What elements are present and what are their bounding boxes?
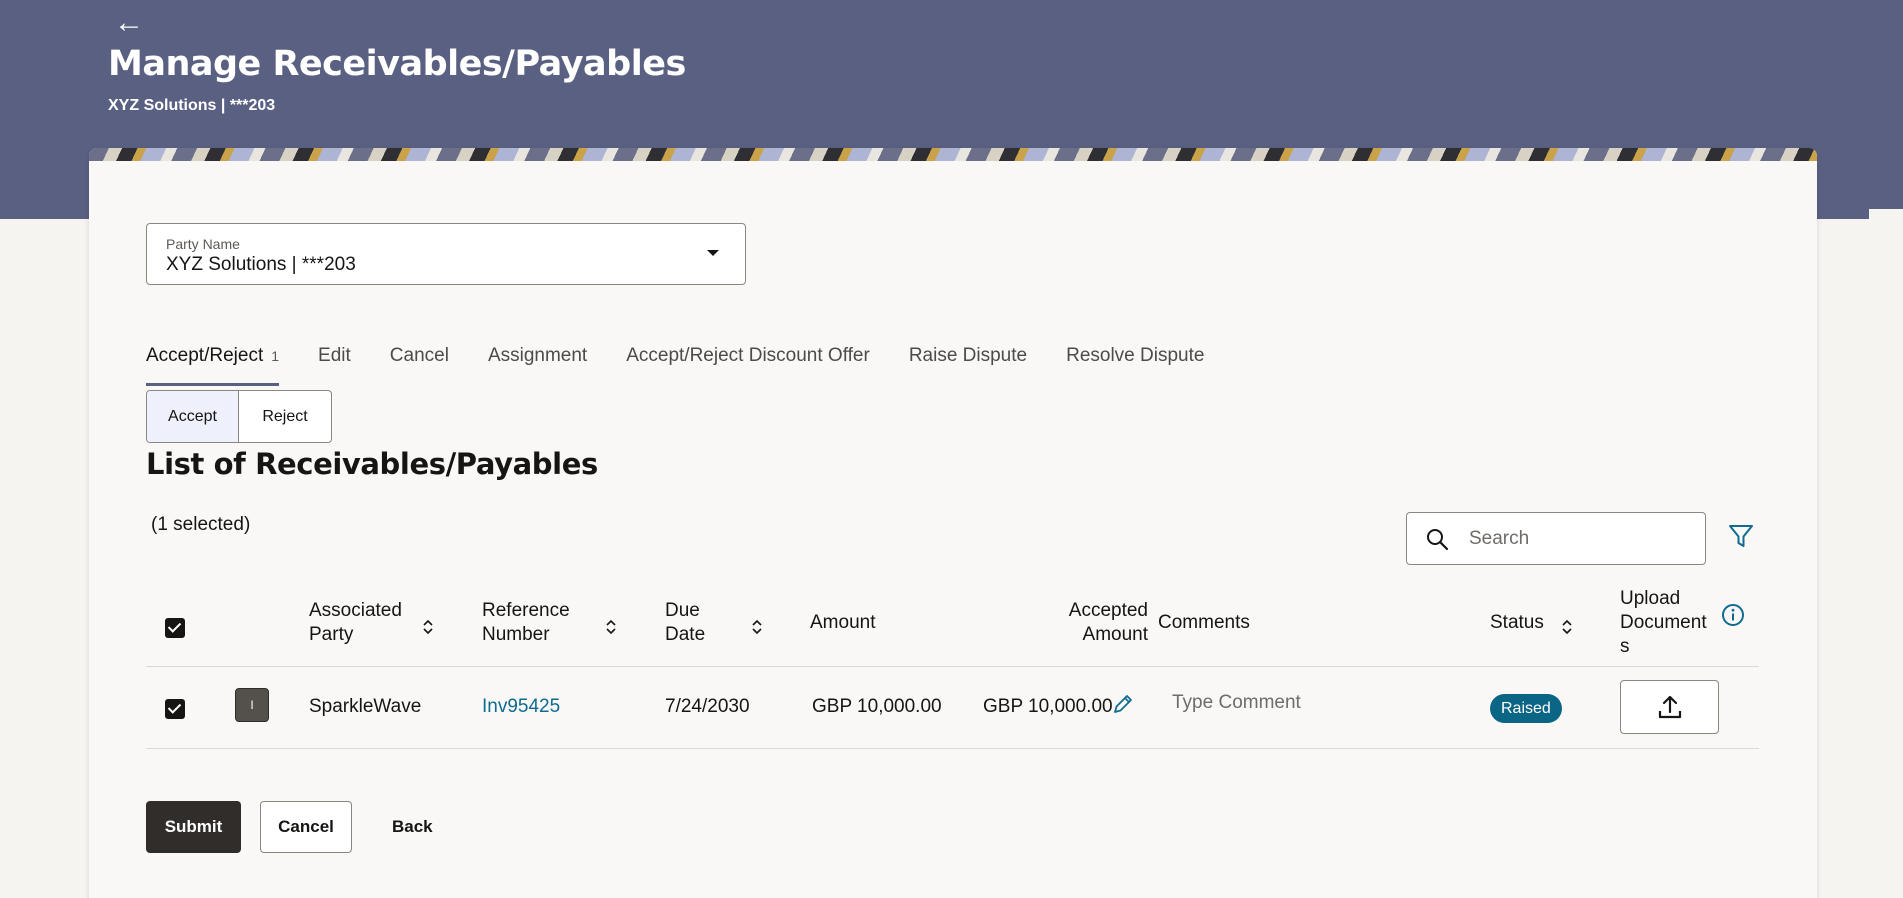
tab-raise-dispute[interactable]: Raise Dispute [909, 340, 1027, 386]
select-all-checkbox[interactable] [165, 618, 185, 638]
accept-reject-toggle: Accept Reject [146, 390, 332, 443]
sort-icon[interactable] [606, 619, 616, 635]
reference-number-link[interactable]: Inv95425 [482, 696, 560, 718]
action-tabs: Accept/Reject 1 Edit Cancel Assignment Ac… [146, 340, 1243, 386]
form-actions: Submit Cancel Back [146, 801, 433, 853]
cell-amount: GBP 10,000.00 [812, 696, 942, 717]
column-status: Status [1490, 612, 1544, 633]
back-button[interactable]: Back [392, 817, 433, 837]
search-input[interactable] [1469, 523, 1689, 555]
row-checkbox[interactable] [165, 699, 185, 719]
table-header: Associated Party Reference Number Due Da… [146, 586, 1759, 667]
comment-input[interactable] [1158, 683, 1458, 723]
page-title: Manage Receivables/Payables [108, 44, 686, 84]
party-name-value: XYZ Solutions | ***203 [166, 254, 356, 275]
reject-toggle-button[interactable]: Reject [239, 391, 331, 442]
decorative-banner-strip [89, 148, 1817, 161]
tab-assignment[interactable]: Assignment [488, 340, 587, 386]
upload-icon [1658, 695, 1681, 719]
sort-icon[interactable] [1562, 619, 1572, 635]
party-name-label: Party Name [166, 236, 240, 252]
upload-document-button[interactable] [1620, 680, 1719, 734]
avatar: I [235, 688, 269, 722]
submit-button[interactable]: Submit [146, 801, 241, 853]
party-name-dropdown[interactable]: Party Name XYZ Solutions | ***203 [146, 223, 746, 285]
selected-count: (1 selected) [151, 514, 251, 535]
chevron-down-icon [707, 250, 719, 256]
tab-count-badge: 1 [271, 348, 280, 364]
tab-edit[interactable]: Edit [318, 340, 351, 386]
column-amount: Amount [810, 612, 876, 633]
table-row: I SparkleWave Inv95425 7/24/2030 GBP 10,… [146, 667, 1759, 749]
column-upload-documents: Upload Document s [1620, 588, 1707, 657]
accept-toggle-button[interactable]: Accept [147, 391, 239, 442]
search-field[interactable] [1406, 512, 1706, 565]
column-reference-number: Reference Number [482, 600, 570, 645]
column-comments: Comments [1158, 612, 1250, 633]
tab-cancel[interactable]: Cancel [390, 340, 449, 386]
column-associated-party: Associated Party [309, 600, 402, 645]
cancel-button[interactable]: Cancel [260, 801, 352, 853]
search-icon [1427, 529, 1449, 551]
cell-accepted-amount: GBP 10,000.00 [983, 696, 1113, 717]
filter-icon[interactable] [1727, 522, 1755, 550]
cell-associated-party: SparkleWave [309, 696, 422, 717]
header-notch [1869, 209, 1903, 219]
tab-resolve-dispute[interactable]: Resolve Dispute [1066, 340, 1204, 386]
cell-due-date: 7/24/2030 [665, 696, 750, 717]
tab-accept-reject[interactable]: Accept/Reject 1 [146, 340, 280, 386]
status-badge: Raised [1490, 694, 1562, 723]
tab-label: Accept/Reject [146, 345, 264, 366]
sort-icon[interactable] [752, 619, 762, 635]
sort-icon[interactable] [423, 619, 433, 635]
edit-pencil-icon[interactable] [1112, 693, 1134, 715]
page-subtitle: XYZ Solutions | ***203 [108, 97, 276, 114]
column-due-date: Due Date [665, 600, 706, 645]
info-icon[interactable] [1721, 603, 1745, 627]
back-arrow-icon[interactable]: ← [114, 6, 144, 40]
list-title: List of Receivables/Payables [146, 447, 598, 481]
column-accepted-amount: Accepted Amount [1068, 600, 1148, 645]
tab-accept-reject-discount-offer[interactable]: Accept/Reject Discount Offer [626, 340, 870, 386]
